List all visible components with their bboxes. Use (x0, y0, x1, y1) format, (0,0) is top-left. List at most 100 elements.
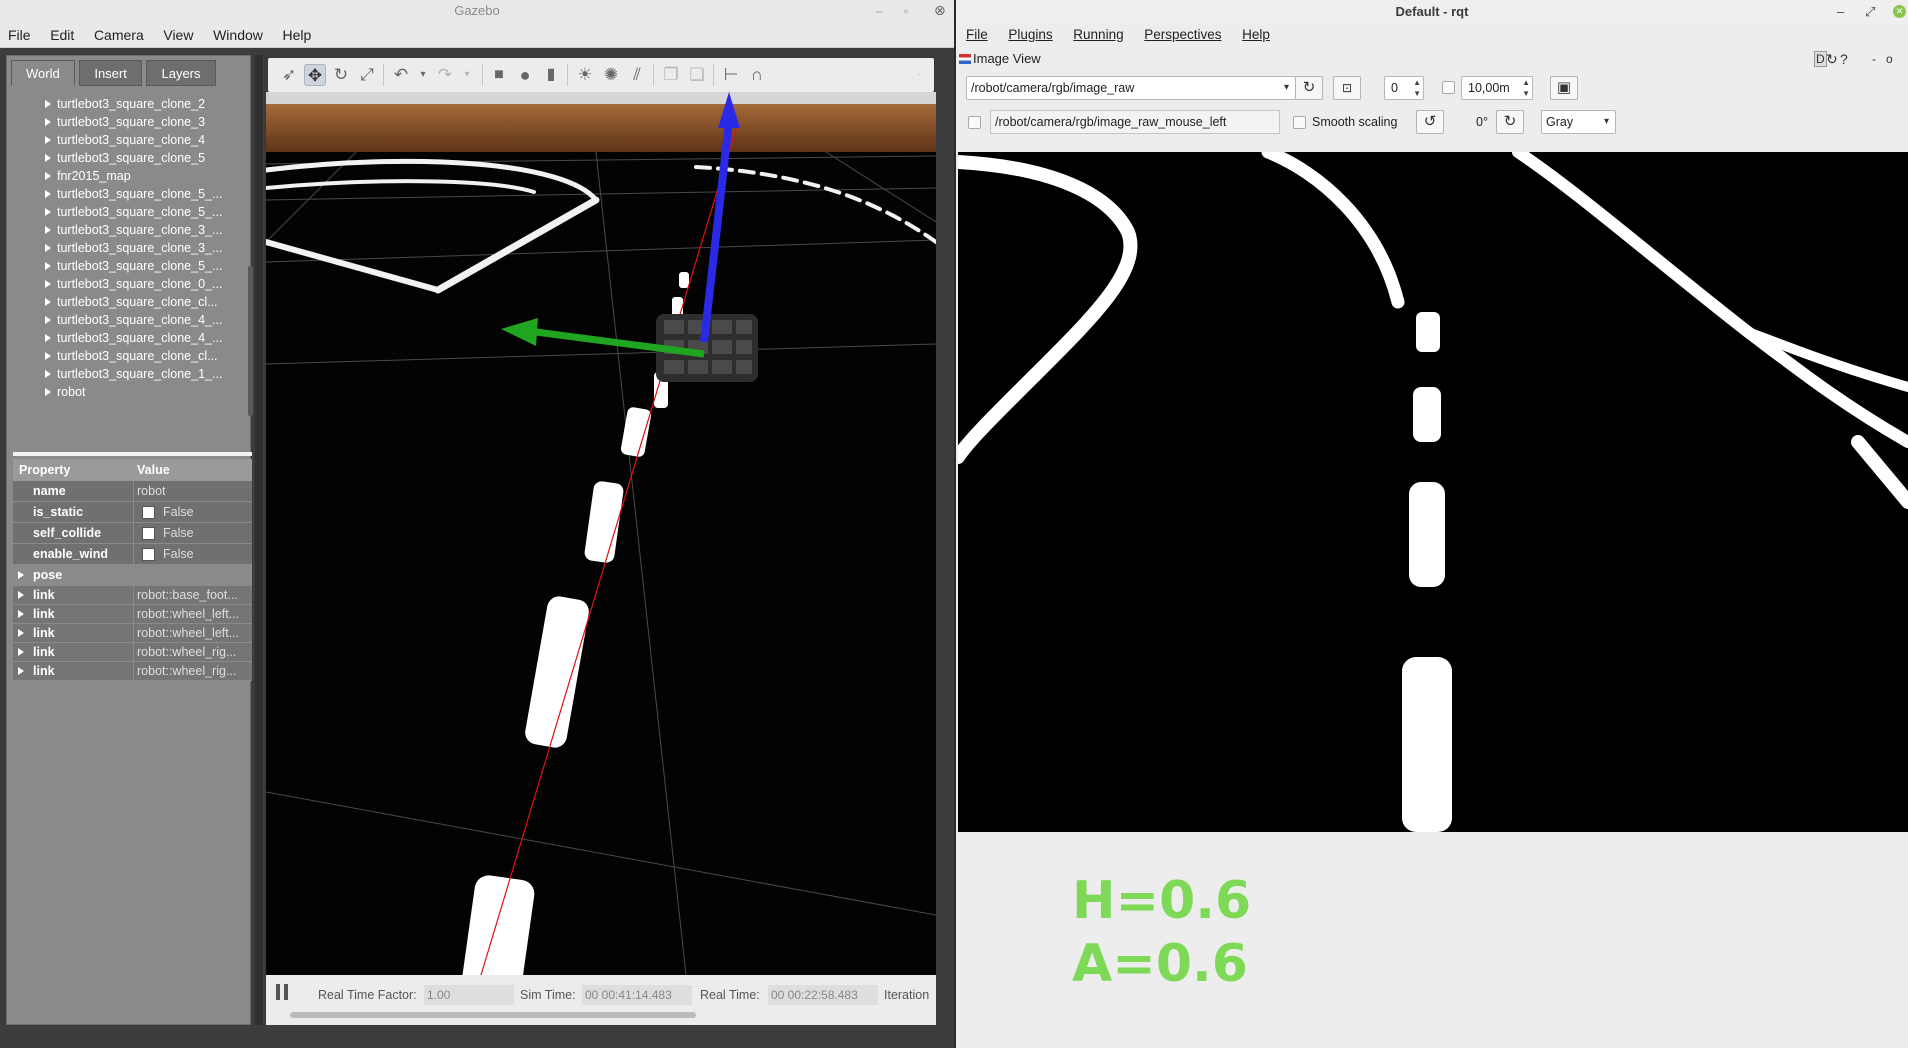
sphere-shape-icon[interactable]: ● (514, 64, 536, 86)
point-light-icon[interactable]: ☀ (574, 64, 596, 86)
tree-item[interactable]: turtlebot3_square_clone_5_... (11, 185, 244, 203)
spin-arrows-icon[interactable]: ▲ ▼ (1522, 77, 1530, 99)
prop-row-link[interactable]: link robot::wheel_rig... (13, 662, 252, 683)
expand-arrow-icon[interactable] (45, 136, 51, 144)
tree-item[interactable]: turtlebot3_square_clone_4 (11, 131, 244, 149)
undo-history-icon[interactable]: ▾ (412, 64, 434, 86)
expand-arrow-icon[interactable] (45, 388, 51, 396)
tree-item[interactable]: turtlebot3_square_clone_4_... (11, 311, 244, 329)
menu-camera[interactable]: Camera (86, 22, 152, 48)
max-range-spinbox[interactable]: 10,00m ▲ ▼ (1461, 76, 1533, 100)
expand-arrow-icon[interactable] (45, 154, 51, 162)
cylinder-shape-icon[interactable]: ▮ (540, 64, 562, 86)
refresh-topics-button[interactable]: ↻ (1295, 76, 1323, 100)
select-mode-icon[interactable]: ➶ (278, 64, 300, 86)
redo-history-icon[interactable]: ▾ (456, 64, 478, 86)
paste-icon[interactable]: ❏ (686, 64, 708, 86)
reload-plugin-icon[interactable]: ↻ (1826, 48, 1838, 70)
color-scheme-select[interactable]: Gray ▾ (1541, 110, 1616, 134)
save-image-button[interactable]: ▣ (1550, 76, 1578, 100)
dynamic-range-checkbox[interactable] (1442, 81, 1455, 94)
menu-file[interactable]: File (956, 24, 995, 46)
expand-arrow-icon[interactable] (45, 316, 51, 324)
minimize-icon[interactable]: – (876, 0, 883, 22)
menu-help[interactable]: Help (275, 22, 320, 48)
status-scrollbar[interactable] (290, 1012, 696, 1018)
prop-row-enable-wind[interactable]: enable_wind False (13, 544, 252, 565)
prop-row-link[interactable]: link robot::wheel_left... (13, 605, 252, 626)
expand-arrow-icon[interactable] (45, 172, 51, 180)
minimize-plugin-icon[interactable]: - (1872, 48, 1876, 70)
expand-arrow-icon[interactable] (45, 118, 51, 126)
expand-arrow-icon[interactable] (18, 629, 24, 637)
prop-row-link[interactable]: link robot::wheel_left... (13, 624, 252, 645)
tree-item[interactable]: turtlebot3_square_clone_0_... (11, 275, 244, 293)
expand-arrow-icon[interactable] (45, 334, 51, 342)
prop-row-pose[interactable]: pose (13, 565, 252, 586)
minimize-icon[interactable]: – (1837, 0, 1844, 24)
menu-view[interactable]: View (155, 22, 201, 48)
spot-light-icon[interactable]: ✺ (600, 64, 622, 86)
close-icon[interactable]: ✕ (1893, 5, 1906, 18)
tree-item[interactable]: turtlebot3_square_clone_5_... (11, 257, 244, 275)
rotate-left-button[interactable]: ↺ (1416, 110, 1444, 134)
tab-world[interactable]: World (11, 60, 75, 86)
expand-arrow-icon[interactable] (18, 667, 24, 675)
tree-item[interactable]: turtlebot3_square_clone_4_... (11, 329, 244, 347)
expand-arrow-icon[interactable] (18, 648, 24, 656)
pause-icon[interactable] (276, 984, 280, 1000)
dock-button[interactable]: D (1814, 51, 1827, 67)
redo-icon[interactable]: ↷ (434, 64, 456, 86)
box-shape-icon[interactable]: ■ (488, 64, 510, 86)
copy-icon[interactable]: ❐ (660, 64, 682, 86)
menu-plugins[interactable]: Plugins (998, 24, 1059, 46)
tree-item[interactable]: robot (11, 383, 244, 401)
prop-row-name[interactable]: name robot (13, 481, 252, 502)
expand-arrow-icon[interactable] (45, 208, 51, 216)
expand-arrow-icon[interactable] (45, 280, 51, 288)
tab-layers[interactable]: Layers (146, 60, 216, 86)
value-spinbox[interactable]: 0 ▲ ▼ (1384, 76, 1424, 100)
expand-arrow-icon[interactable] (45, 244, 51, 252)
prop-row-self-collide[interactable]: self_collide False (13, 523, 252, 544)
expand-arrow-icon[interactable] (45, 100, 51, 108)
menu-running[interactable]: Running (1063, 24, 1130, 46)
pause-icon-bar[interactable] (284, 984, 288, 1000)
undo-icon[interactable]: ↶ (390, 64, 412, 86)
close-plugin-icon[interactable]: o (1886, 48, 1893, 70)
tree-item[interactable]: fnr2015_map (11, 167, 244, 185)
camera-image[interactable] (958, 152, 1908, 832)
expand-arrow-icon[interactable] (45, 262, 51, 270)
expand-arrow-icon[interactable] (18, 610, 24, 618)
tree-item[interactable]: turtlebot3_square_clone_1_... (11, 365, 244, 383)
maximize-icon[interactable]: ⤢ (1865, 0, 1875, 24)
publish-mouse-checkbox[interactable] (968, 116, 981, 129)
tree-item[interactable]: turtlebot3_square_clone_3_... (11, 221, 244, 239)
menu-window[interactable]: Window (205, 22, 271, 48)
tree-item[interactable]: turtlebot3_square_clone_5 (11, 149, 244, 167)
is-static-checkbox[interactable] (142, 506, 155, 519)
tab-insert[interactable]: Insert (79, 60, 142, 86)
rotate-mode-icon[interactable]: ↻ (330, 64, 352, 86)
mouse-topic-field[interactable]: /robot/camera/rgb/image_raw_mouse_left (990, 110, 1280, 134)
smooth-scaling-checkbox[interactable] (1293, 116, 1306, 129)
expand-arrow-icon[interactable] (18, 591, 24, 599)
menu-file[interactable]: File (0, 22, 39, 48)
expand-arrow-icon[interactable] (45, 370, 51, 378)
directional-light-icon[interactable]: ⫽ (626, 64, 648, 86)
menu-edit[interactable]: Edit (42, 22, 82, 48)
topic-select[interactable]: /robot/camera/rgb/image_raw ▾ (966, 76, 1296, 100)
menu-perspectives[interactable]: Perspectives (1134, 24, 1228, 46)
expand-arrow-icon[interactable] (45, 352, 51, 360)
toolbar-overflow-icon[interactable]: · (908, 64, 930, 86)
panel-splitter[interactable] (13, 452, 252, 456)
tree-item[interactable]: turtlebot3_square_clone_cl... (11, 347, 244, 365)
rotate-right-button[interactable]: ↻ (1496, 110, 1524, 134)
zoom-1-button[interactable]: ⊡ (1333, 76, 1361, 100)
tree-item[interactable]: turtlebot3_square_clone_5_... (11, 203, 244, 221)
prop-row-link[interactable]: link robot::wheel_rig... (13, 643, 252, 664)
scale-mode-icon[interactable]: ⤢ (356, 64, 378, 86)
tree-item[interactable]: turtlebot3_square_clone_3_... (11, 239, 244, 257)
expand-arrow-icon[interactable] (45, 298, 51, 306)
translate-mode-icon[interactable]: ✥ (304, 64, 326, 86)
